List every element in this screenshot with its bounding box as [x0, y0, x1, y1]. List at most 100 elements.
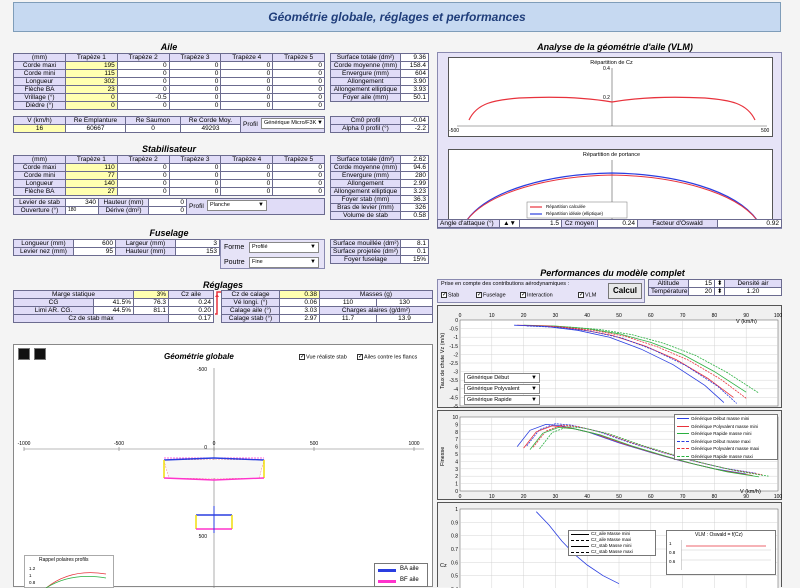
cell-input[interactable]: 0 [272, 101, 325, 110]
result-label: Cm0 profil [330, 116, 401, 125]
legend-ba-swatch [378, 569, 396, 572]
fin-x-tick: 70 [680, 494, 686, 500]
cell-input[interactable]: 0 [116, 163, 170, 172]
masse-maxi-input[interactable]: 130 [376, 298, 433, 307]
cell-input[interactable]: 0 [168, 171, 222, 180]
cell-input[interactable]: 0 [168, 77, 222, 86]
cell-input[interactable]: 0 [116, 85, 170, 94]
derive-input[interactable]: 0 [148, 206, 187, 215]
cell-input[interactable]: 0 [272, 61, 325, 70]
forme-select[interactable]: Profilé ▼ [249, 242, 319, 253]
fus-input[interactable]: 600 [73, 239, 116, 248]
result-label: Surface totale (dm²) [330, 53, 401, 62]
cell-input[interactable]: 0 [220, 61, 274, 70]
cell-input[interactable]: 0 [168, 187, 222, 196]
stab-profil-select[interactable]: Planche ▼ [207, 200, 267, 211]
cell-input[interactable]: 0 [272, 93, 325, 102]
cell-input[interactable]: 115 [65, 69, 118, 78]
cell-input[interactable]: -0.5 [116, 93, 170, 102]
temp-spinner[interactable]: ⬍ [714, 287, 725, 296]
select-debut[interactable]: Générique Début ▼ [464, 373, 540, 383]
view-button-1[interactable] [18, 348, 30, 360]
cell-input[interactable]: 0 [116, 61, 170, 70]
cell-input[interactable]: 0 [220, 101, 274, 110]
calcul-button[interactable]: Calcul [608, 283, 642, 299]
cell-input[interactable]: 0 [272, 85, 325, 94]
result-row: Allongement 2.99 [330, 179, 429, 188]
cell-input[interactable]: 0 [272, 77, 325, 86]
czm-label: Cz moyen [561, 219, 598, 228]
cell-input[interactable]: 0 [168, 163, 222, 172]
cell-input[interactable]: 23 [65, 85, 118, 94]
perf-title: Performances du modèle complet [540, 268, 685, 278]
chk-stab[interactable]: ✓Stab [441, 292, 459, 298]
alt-input[interactable]: 15 [688, 279, 715, 288]
oswald-svg [681, 540, 771, 570]
cz-y-tick: 0.5 [451, 574, 458, 580]
cell-input[interactable]: 0 [272, 179, 325, 188]
cell-input[interactable]: 27 [65, 187, 118, 196]
cell-input[interactable]: 302 [65, 77, 118, 86]
cell-input[interactable]: 0 [220, 187, 274, 196]
levier-input[interactable]: 340 [65, 198, 99, 207]
cell-input[interactable]: 0 [168, 85, 222, 94]
cell-input[interactable]: 0 [65, 101, 118, 110]
legend-swatch [677, 448, 689, 449]
cell-input[interactable]: 0 [220, 179, 274, 188]
cell-input[interactable]: 0 [116, 69, 170, 78]
select-polyvalent[interactable]: Générique Polyvalent ▼ [464, 384, 540, 394]
chk-interaction[interactable]: ✓Interaction [520, 292, 553, 298]
cell-input[interactable]: 0 [116, 77, 170, 86]
cell-input[interactable]: 0 [220, 85, 274, 94]
cell-input[interactable]: 110 [65, 163, 118, 172]
legend-label: Générique Rapide masse maxi [691, 453, 753, 459]
v-input[interactable]: 16 [13, 124, 66, 133]
cell-input[interactable]: 0 [220, 93, 274, 102]
alt-spinner[interactable]: ⬍ [714, 279, 725, 288]
cell-input[interactable]: 0 [272, 171, 325, 180]
chk-vlm[interactable]: ✓VLM [578, 292, 596, 298]
vz-x-tick: 30 [553, 313, 559, 319]
view-button-2[interactable] [34, 348, 46, 360]
select-rapide[interactable]: Générique Rapide ▼ [464, 395, 540, 405]
polar-rappel: Rappel polaires profils 1.2 1 0.8 [24, 555, 114, 588]
cell-input[interactable]: 0 [168, 179, 222, 188]
cell-input[interactable]: 0 [116, 187, 170, 196]
cell-input[interactable]: 0 [65, 93, 118, 102]
cell-input[interactable]: 77 [65, 171, 118, 180]
cell-input[interactable]: 0 [272, 163, 325, 172]
fus-input[interactable]: 3 [175, 239, 220, 248]
ms-input[interactable]: 3% [133, 290, 169, 299]
poutre-select[interactable]: Fine ▼ [249, 257, 319, 268]
aoa-spinner[interactable]: ▲▼ [499, 219, 520, 228]
cell-input[interactable]: 0 [272, 187, 325, 196]
hauteur-input[interactable]: 0 [148, 198, 187, 207]
cell-input[interactable]: 140 [65, 179, 118, 188]
cell-input[interactable]: 0 [116, 171, 170, 180]
cell-input[interactable]: 0 [220, 69, 274, 78]
fus-input[interactable]: 95 [73, 247, 116, 256]
result-value: 2.99 [400, 179, 429, 188]
cell-input[interactable]: 0 [116, 101, 170, 110]
cell-input[interactable]: 0 [168, 101, 222, 110]
cell-input[interactable]: 0 [220, 171, 274, 180]
fus-label: Levier nez (mm) [13, 247, 74, 256]
aile-profil-select[interactable]: Générique Micro/F3K ▼ [261, 118, 324, 129]
cell-input[interactable]: 0 [168, 69, 222, 78]
cell-input[interactable]: 0 [168, 61, 222, 70]
fin-y-tick: 1 [455, 482, 458, 488]
chk-fuselage[interactable]: ✓Fuselage [476, 292, 506, 298]
calage-input[interactable]: 0.38 [279, 290, 320, 299]
cb-vue-realiste[interactable]: ✓Vue réaliste stab [299, 354, 347, 360]
fus-input[interactable]: 153 [175, 247, 220, 256]
cell-input[interactable]: 0 [168, 93, 222, 102]
temp-input[interactable]: 20 [688, 287, 715, 296]
cell-input[interactable]: 0 [116, 179, 170, 188]
cell-input[interactable]: 195 [65, 61, 118, 70]
cb-ailes-flancs[interactable]: ✓Ailes contre les flancs [357, 354, 417, 360]
ouverture-select[interactable]: 180 [65, 206, 99, 215]
cell-input[interactable]: 0 [220, 77, 274, 86]
cell-input[interactable]: 0 [272, 69, 325, 78]
cell-input[interactable]: 0 [220, 163, 274, 172]
masse-mini-input[interactable]: 110 [319, 298, 377, 307]
